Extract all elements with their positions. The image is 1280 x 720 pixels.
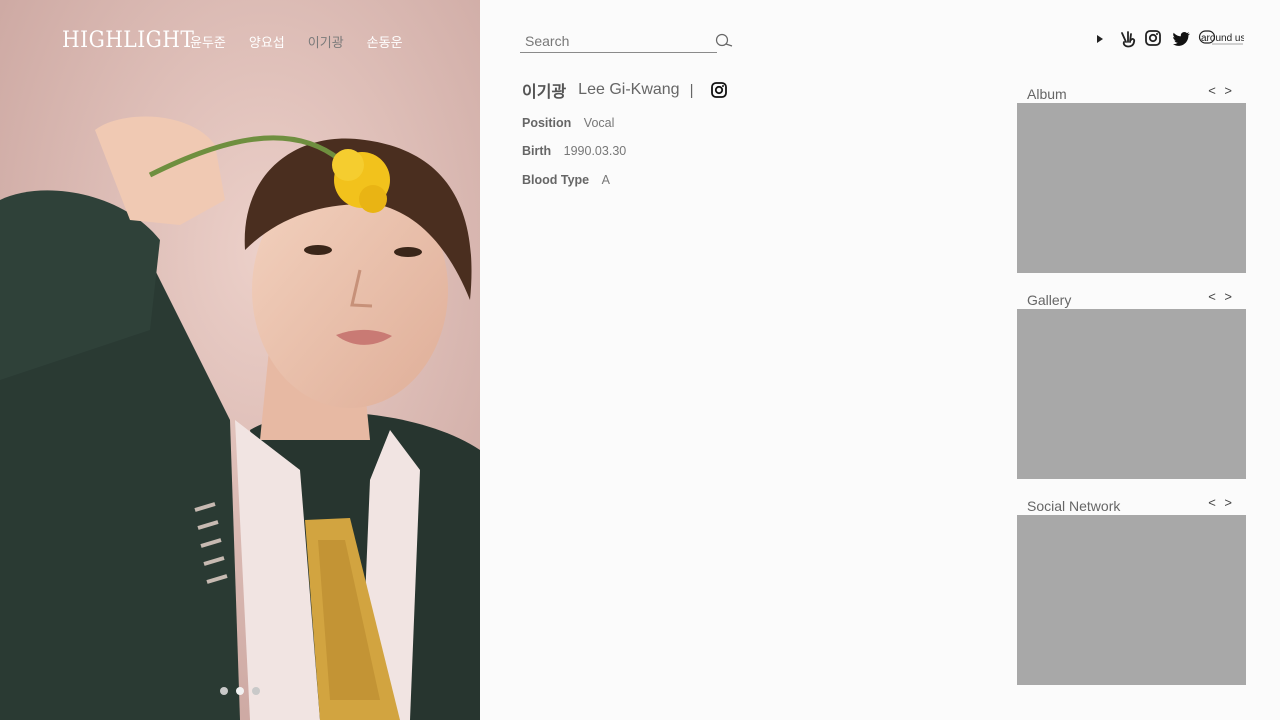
field-value: A xyxy=(601,173,610,187)
gallery-placeholder[interactable] xyxy=(1017,309,1246,479)
nav-item-member-3[interactable]: 이기광 xyxy=(308,32,344,51)
prev-arrow-button[interactable]: < xyxy=(1208,83,1216,98)
brand-logo[interactable]: HIGHLIGHT xyxy=(62,28,194,53)
member-profile: 이기광 Lee Gi-Kwang | Position Vocal Birth … xyxy=(522,78,728,187)
around-us-logo[interactable]: around us xyxy=(1198,30,1244,46)
search-input[interactable] xyxy=(520,30,717,53)
member-name-english: Lee Gi-Kwang xyxy=(578,81,680,98)
next-arrow-button[interactable]: > xyxy=(1224,495,1232,510)
field-label: Birth xyxy=(522,144,552,158)
play-icon[interactable] xyxy=(1095,34,1104,44)
field-label: Blood Type xyxy=(522,173,590,187)
search-icon[interactable] xyxy=(714,32,734,50)
profile-field-position: Position Vocal xyxy=(522,116,614,130)
section-title: Social Network xyxy=(1027,498,1121,514)
section-arrows: < > xyxy=(1203,495,1232,510)
profile-field-birth: Birth 1990.03.30 xyxy=(522,144,626,158)
member-name-korean: 이기광 xyxy=(522,82,567,101)
album-placeholder[interactable] xyxy=(1017,103,1246,273)
instagram-icon[interactable] xyxy=(1145,30,1161,46)
next-arrow-button[interactable]: > xyxy=(1224,83,1232,98)
member-nav: 윤두준 양요섭 이기광 손동운 xyxy=(190,32,426,51)
section-title: Gallery xyxy=(1027,292,1072,308)
hero-image-panel: HIGHLIGHT 윤두준 양요섭 이기광 손동운 xyxy=(0,0,480,720)
carousel-dot-1[interactable] xyxy=(220,687,228,695)
carousel-dots xyxy=(220,687,260,695)
section-arrows: < > xyxy=(1203,83,1232,98)
nav-item-member-1[interactable]: 윤두준 xyxy=(190,32,226,51)
member-portrait-image xyxy=(0,0,480,720)
around-us-logo-text: around us xyxy=(1201,33,1244,44)
name-separator: | xyxy=(689,81,694,99)
name-row: 이기광 Lee Gi-Kwang | xyxy=(522,78,728,102)
prev-arrow-button[interactable]: < xyxy=(1208,289,1216,304)
instagram-icon[interactable] xyxy=(711,82,728,98)
carousel-dot-3[interactable] xyxy=(252,687,260,695)
profile-field-blood-type: Blood Type A xyxy=(522,173,610,187)
section-title: Album xyxy=(1027,86,1067,102)
nav-item-member-2[interactable]: 양요섭 xyxy=(249,32,285,51)
search-bar xyxy=(520,30,734,54)
section-arrows: < > xyxy=(1203,289,1232,304)
carousel-dot-2[interactable] xyxy=(236,687,244,695)
social-network-placeholder[interactable] xyxy=(1017,515,1246,685)
next-arrow-button[interactable]: > xyxy=(1224,289,1232,304)
field-value: 1990.03.30 xyxy=(563,144,627,158)
field-label: Position xyxy=(522,116,572,130)
nav-item-member-4[interactable]: 손동운 xyxy=(367,32,403,51)
twitter-icon[interactable] xyxy=(1173,32,1190,46)
vlive-icon[interactable] xyxy=(1119,30,1137,50)
prev-arrow-button[interactable]: < xyxy=(1208,495,1216,510)
field-value: Vocal xyxy=(583,116,615,130)
